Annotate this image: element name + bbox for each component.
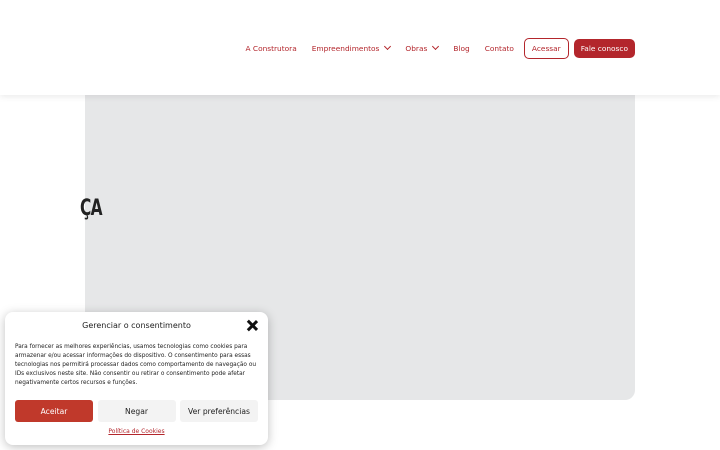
nav-item-label: Empreendimentos [311,43,380,53]
nav-item-empreendimentos[interactable]: Empreendimentos [311,42,392,53]
consent-title: Gerenciar o consentimento [82,321,191,330]
nav-item-label: Contato [484,43,514,53]
preferences-button[interactable]: Ver preferências [180,400,258,422]
cookie-policy-link[interactable]: Política de Cookies [5,428,268,435]
hero-heading-fragment: ÇA [80,196,103,221]
nav-item-label: Obras [405,43,428,53]
consent-actions: Aceitar Negar Ver preferências [15,400,258,422]
main-nav: A Construtora Empreendimentos Obras Blog… [246,37,635,59]
contact-button[interactable]: Fale conosco [573,38,635,58]
nav-item-label: A Construtora [245,43,297,53]
chevron-down-icon [384,42,392,51]
deny-button[interactable]: Negar [97,400,176,422]
nav-item-label: Blog [453,43,470,53]
nav-item-construtora[interactable]: A Construtora [246,44,297,53]
nav-item-contato[interactable]: Contato [485,44,514,53]
access-button[interactable]: Acessar [523,37,569,59]
nav-item-obras[interactable]: Obras [405,42,440,53]
close-icon[interactable] [247,320,258,331]
nav-item-blog[interactable]: Blog [453,44,469,53]
consent-description: Para fornecer as melhores experiências, … [15,344,257,386]
cookie-consent-dialog: Gerenciar o consentimento Para fornecer … [5,312,268,445]
site-header: A Construtora Empreendimentos Obras Blog… [0,0,720,95]
chevron-down-icon [432,42,440,51]
accept-button[interactable]: Aceitar [15,400,93,422]
